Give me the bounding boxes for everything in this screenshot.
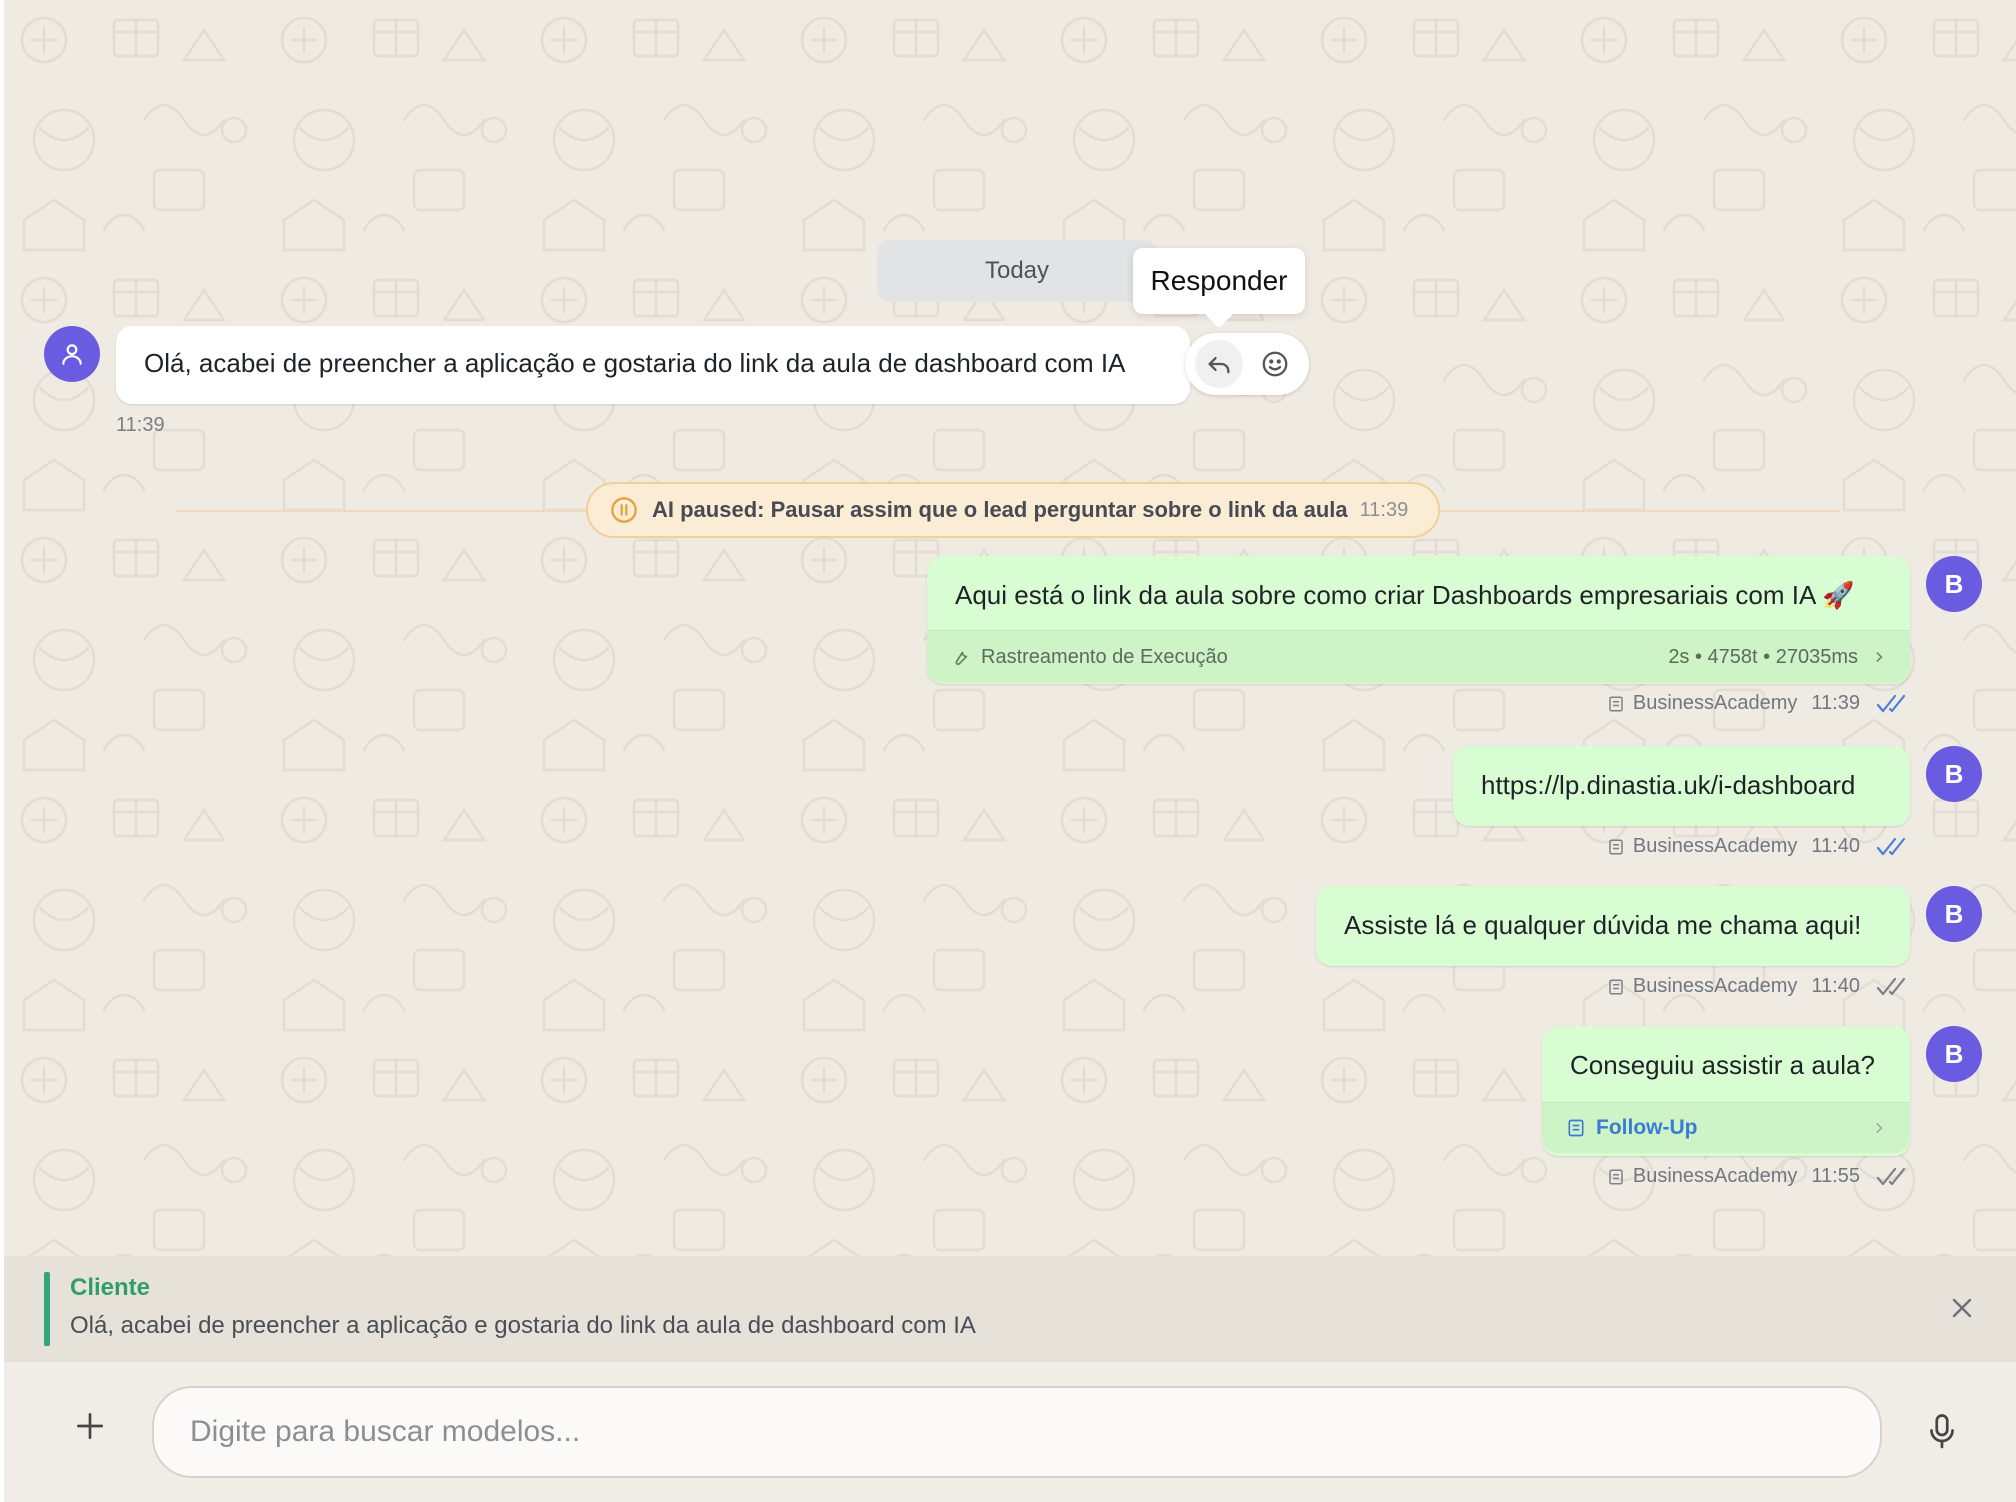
double-check-icon [1876, 977, 1906, 995]
message-time: 11:39 [1811, 692, 1860, 714]
close-reply-button[interactable] [1946, 1292, 1978, 1324]
user-icon [62, 344, 82, 365]
template-icon [1568, 1119, 1584, 1137]
agent-avatar-initial: B [1944, 758, 1964, 789]
reply-preview-name: Cliente [70, 1274, 151, 1301]
message-sender: BusinessAcademy [1632, 975, 1798, 997]
agent-avatar[interactable]: B [1926, 886, 1982, 942]
smiley-icon [1262, 351, 1288, 377]
message-meta: BusinessAcademy 11:40 [1607, 835, 1910, 858]
outgoing-message-bubble[interactable]: Conseguiu assistir a aula? Follow-Up [1542, 1026, 1910, 1156]
double-check-icon [1876, 1167, 1906, 1185]
ai-paused-line-right [1440, 510, 1840, 512]
message-sender: BusinessAcademy [1632, 835, 1798, 857]
ai-paused-label: AI paused: Pausar assim que o lead pergu… [652, 497, 1348, 522]
message-time: 11:40 [1811, 835, 1860, 857]
close-icon [1952, 1298, 1972, 1318]
agent-avatar[interactable]: B [1926, 556, 1982, 612]
incoming-message-bubble[interactable]: Olá, acabei de preencher a aplicação e g… [116, 326, 1190, 404]
chevron-right-icon [1876, 652, 1883, 662]
agent-avatar-initial: B [1944, 1038, 1964, 1069]
incoming-message-time: 11:39 [116, 414, 165, 436]
date-divider: Today [877, 240, 1157, 302]
outgoing-message-text: Conseguiu assistir a aula? [1570, 1050, 1875, 1080]
follow-up-label: Follow-Up [1596, 1116, 1698, 1139]
ai-paused-time: 11:39 [1359, 498, 1409, 521]
message-input[interactable] [152, 1386, 1882, 1478]
reply-accent-bar [44, 1272, 50, 1346]
wrench-icon [955, 651, 968, 665]
message-meta: BusinessAcademy 11:39 [1607, 692, 1910, 715]
contact-avatar[interactable] [44, 326, 100, 382]
composer [4, 1362, 2016, 1502]
execution-trace-stats: 2s • 4758t • 27035ms [1668, 646, 1858, 668]
message-meta: BusinessAcademy 11:40 [1607, 975, 1910, 998]
outgoing-message-bubble[interactable]: https://lp.dinastia.uk/i-dashboard [1453, 746, 1910, 826]
double-check-icon [1876, 837, 1906, 855]
microphone-icon [1930, 1414, 1954, 1449]
outgoing-message-bubble[interactable]: Aqui está o link da aula sobre como cria… [927, 556, 1910, 684]
template-icon [1609, 839, 1623, 854]
ai-paused-line-left [176, 510, 586, 512]
plus-icon [77, 1413, 103, 1439]
reply-icon [1208, 357, 1230, 374]
outgoing-message-text: Assiste lá e qualquer dúvida me chama aq… [1344, 910, 1862, 940]
attach-button[interactable] [70, 1406, 110, 1446]
message-time: 11:55 [1811, 1165, 1860, 1187]
date-divider-label: Today [984, 257, 1050, 284]
chevron-right-icon [1876, 1123, 1883, 1133]
execution-trace-row[interactable]: Rastreamento de Execução 2s • 4758t • 27… [927, 630, 1910, 683]
pause-icon [611, 497, 637, 523]
reply-tooltip-label: Responder [1150, 265, 1288, 296]
agent-avatar-initial: B [1944, 568, 1964, 599]
message-actions [1185, 333, 1309, 395]
reply-tooltip: Responder [1133, 248, 1305, 314]
voice-message-button[interactable] [1924, 1412, 1960, 1452]
message-sender: BusinessAcademy [1632, 692, 1798, 714]
reply-button[interactable] [1195, 340, 1243, 388]
message-meta: BusinessAcademy 11:55 [1607, 1165, 1910, 1188]
incoming-message-text: Olá, acabei de preencher a aplicação e g… [144, 348, 1126, 378]
outgoing-message-bubble[interactable]: Assiste lá e qualquer dúvida me chama aq… [1316, 886, 1910, 966]
outgoing-message-text: Aqui está o link da aula sobre como cria… [955, 580, 1855, 610]
agent-avatar-initial: B [1944, 898, 1964, 929]
react-button[interactable] [1251, 340, 1299, 388]
message-sender: BusinessAcademy [1632, 1165, 1798, 1187]
agent-avatar[interactable]: B [1926, 746, 1982, 802]
ai-paused-notice: AI paused: Pausar assim que o lead pergu… [586, 482, 1440, 538]
reply-preview-text: Olá, acabei de preencher a aplicação e g… [70, 1312, 976, 1339]
execution-trace-label: Rastreamento de Execução [981, 646, 1228, 668]
double-check-icon [1876, 694, 1906, 712]
outgoing-message-text: https://lp.dinastia.uk/i-dashboard [1481, 770, 1856, 800]
agent-avatar[interactable]: B [1926, 1026, 1982, 1082]
template-icon [1609, 979, 1623, 994]
message-time: 11:40 [1811, 975, 1860, 997]
reply-preview: Cliente Olá, acabei de preencher a aplic… [4, 1256, 2016, 1362]
template-icon [1609, 1169, 1623, 1184]
template-icon [1609, 696, 1623, 711]
follow-up-row[interactable]: Follow-Up [1542, 1102, 1910, 1153]
